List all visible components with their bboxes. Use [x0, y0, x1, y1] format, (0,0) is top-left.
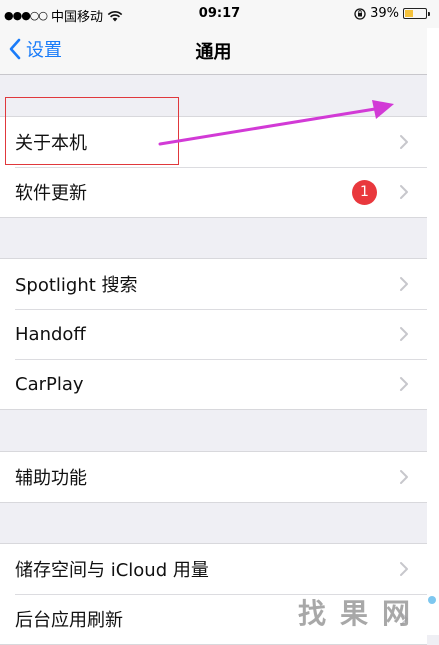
row-spotlight-search[interactable]: Spotlight 搜索 [0, 259, 427, 309]
chevron-right-icon [400, 135, 408, 149]
row-software-update[interactable]: 软件更新 1 [0, 167, 427, 217]
chevron-right-icon [400, 562, 408, 576]
edge-strip [427, 28, 439, 635]
settings-group-features: Spotlight 搜索 Handoff CarPlay [0, 258, 427, 410]
notification-badge: 1 [352, 180, 377, 205]
annotation-highlight-box [5, 97, 179, 165]
chevron-right-icon [400, 277, 408, 291]
watermark-char: 找 [298, 597, 327, 630]
row-label: 储存空间与 iCloud 用量 [15, 560, 209, 581]
chevron-right-icon [400, 377, 408, 391]
row-label: CarPlay [15, 373, 84, 395]
status-right: 39% [354, 6, 430, 21]
chevron-right-icon [400, 185, 408, 199]
row-carplay[interactable]: CarPlay [0, 359, 427, 409]
row-label: 辅助功能 [15, 468, 87, 489]
status-bar: ●●●○○ 中国移动 09:17 39% [0, 0, 439, 28]
row-label: 软件更新 [15, 183, 87, 204]
chevron-right-icon [400, 327, 408, 341]
row-label: 后台应用刷新 [15, 610, 123, 631]
settings-group-accessibility: 辅助功能 [0, 451, 427, 503]
watermark-char: 果 [340, 597, 369, 630]
watermark-dot [428, 596, 436, 604]
row-accessibility[interactable]: 辅助功能 [0, 452, 427, 502]
watermark-char: 网 [382, 597, 411, 630]
battery-fill [405, 10, 413, 17]
row-label: Spotlight 搜索 [15, 275, 138, 296]
battery-percent: 39% [370, 6, 399, 21]
page-title: 通用 [195, 42, 232, 63]
row-handoff[interactable]: Handoff [0, 309, 427, 359]
row-label: Handoff [15, 323, 86, 345]
chevron-right-icon [400, 470, 408, 484]
battery-icon [403, 8, 430, 19]
row-storage-icloud[interactable]: 储存空间与 iCloud 用量 [0, 544, 427, 594]
watermark: 找 果 网 [298, 592, 410, 632]
rotation-lock-icon [354, 7, 366, 20]
navigation-bar: 设置 通用 [0, 28, 427, 75]
